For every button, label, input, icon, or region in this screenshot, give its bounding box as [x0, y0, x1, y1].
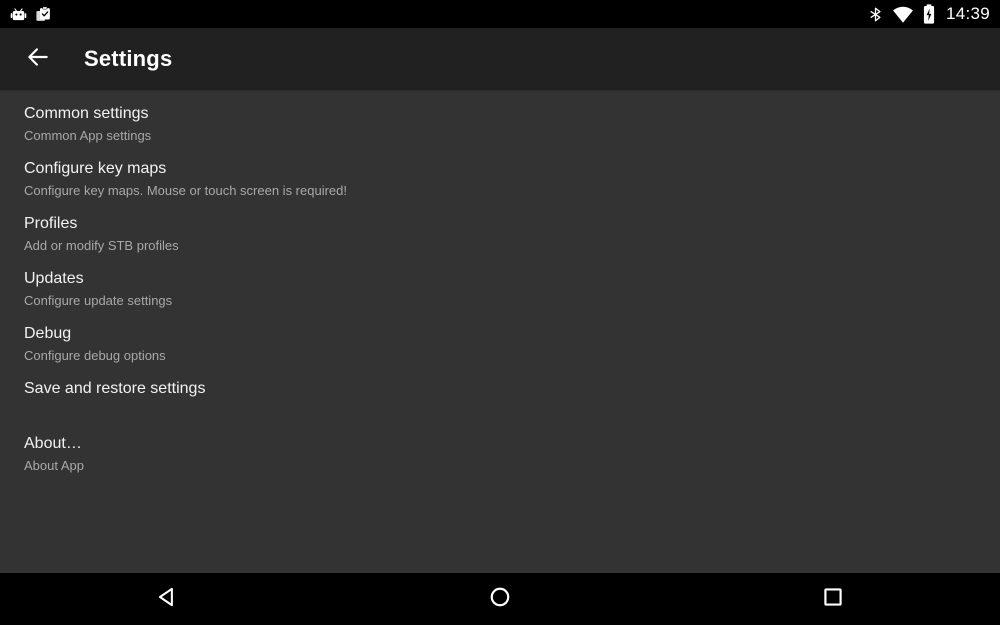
- settings-item-title: Save and restore settings: [24, 380, 206, 397]
- settings-item-debug[interactable]: Debug Configure debug options: [0, 322, 1000, 377]
- settings-item-title: About…: [24, 435, 82, 452]
- square-icon: [820, 584, 846, 615]
- nav-back-button[interactable]: [122, 573, 212, 625]
- settings-item-updates[interactable]: Updates Configure update settings: [0, 267, 1000, 322]
- android-robot-notification-icon: [10, 6, 27, 23]
- settings-item-summary: Configure key maps. Mouse or touch scree…: [24, 183, 347, 198]
- settings-item-summary: Configure update settings: [24, 293, 173, 308]
- triangle-left-icon: [154, 584, 180, 615]
- arrow-left-icon: [25, 44, 51, 75]
- nav-recents-button[interactable]: [788, 573, 878, 625]
- settings-item-summary: Common App settings: [24, 128, 152, 143]
- bluetooth-icon: [868, 5, 883, 24]
- toolbar-back-button[interactable]: [12, 33, 64, 85]
- settings-item-summary: Configure debug options: [24, 348, 166, 363]
- settings-item-title: Updates: [24, 270, 84, 287]
- settings-item-about[interactable]: About… About App: [0, 432, 1000, 487]
- wifi-icon: [892, 5, 914, 24]
- android-navigation-bar: [0, 573, 1000, 625]
- settings-item-summary: About App: [24, 458, 84, 473]
- settings-item-profiles[interactable]: Profiles Add or modify STB profiles: [0, 212, 1000, 267]
- settings-item-title: Common settings: [24, 105, 149, 122]
- settings-item-title: Profiles: [24, 215, 78, 232]
- settings-item-common-settings[interactable]: Common settings Common App settings: [0, 102, 1000, 157]
- settings-content-area: Common settings Common App settings Conf…: [0, 90, 1000, 573]
- battery-charging-icon: [923, 4, 935, 24]
- settings-item-configure-key-maps[interactable]: Configure key maps Configure key maps. M…: [0, 157, 1000, 212]
- settings-item-title: Configure key maps: [24, 160, 167, 177]
- settings-item-title: Debug: [24, 325, 72, 342]
- app-toolbar: Settings: [0, 28, 1000, 90]
- settings-list: Common settings Common App settings Conf…: [0, 91, 1000, 487]
- settings-item-summary: Add or modify STB profiles: [24, 238, 179, 253]
- settings-item-save-and-restore-settings[interactable]: Save and restore settings: [0, 377, 1000, 432]
- page-title: Settings: [84, 46, 173, 71]
- clipboard-check-notification-icon: [35, 6, 52, 23]
- status-bar-notification-icons: [10, 6, 52, 23]
- status-bar: 14:39: [0, 0, 1000, 28]
- android-settings-screen: 14:39 Settings Common settings Common Ap…: [0, 0, 1000, 625]
- circle-icon: [487, 584, 513, 615]
- nav-home-button[interactable]: [455, 573, 545, 625]
- status-bar-clock: 14:39: [945, 4, 990, 23]
- status-bar-system-icons: 14:39: [868, 4, 990, 24]
